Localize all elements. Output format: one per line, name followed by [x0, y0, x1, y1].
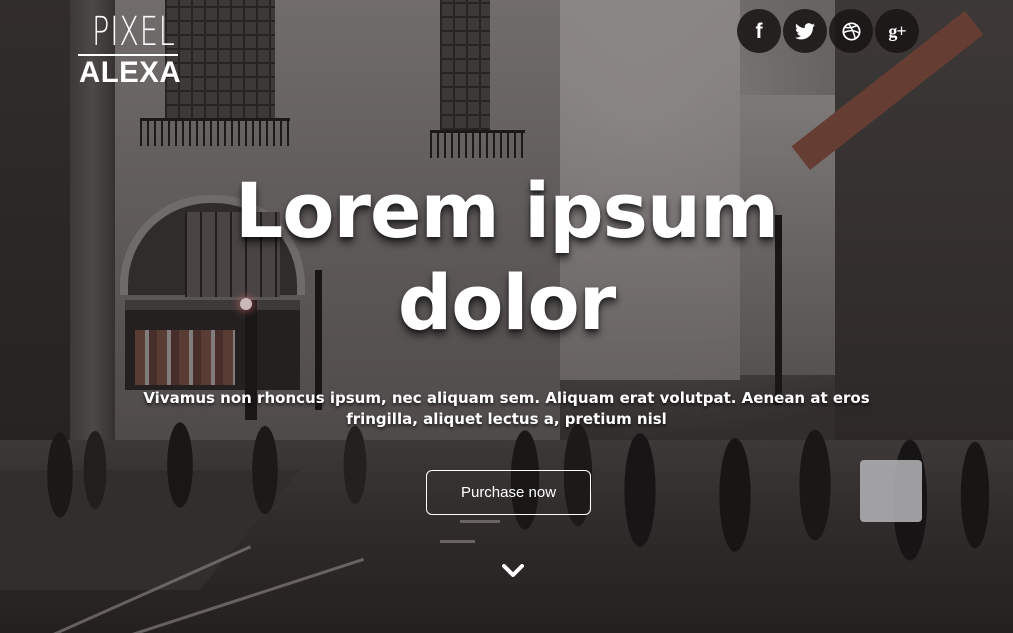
dribbble-icon [841, 21, 861, 41]
chevron-down-icon [502, 563, 524, 583]
scroll-down-button[interactable] [500, 562, 526, 584]
google-plus-icon: g+ [888, 20, 906, 41]
logo-text-top: PIXEL [92, 9, 176, 55]
twitter-icon [795, 22, 815, 40]
hero-headline-line2: dolor [397, 258, 616, 347]
social-links: f g+ [737, 9, 919, 53]
purchase-now-button[interactable]: Purchase now [426, 470, 591, 515]
twitter-button[interactable] [783, 9, 827, 53]
dribbble-button[interactable] [829, 9, 873, 53]
google-plus-button[interactable]: g+ [875, 9, 919, 53]
hero-headline: Lorem ipsum dolor [150, 165, 863, 349]
hero-subtext: Vivamus non rhoncus ipsum, nec aliquam s… [140, 388, 873, 430]
hero-headline-line1: Lorem ipsum [234, 166, 779, 255]
facebook-button[interactable]: f [737, 9, 781, 53]
facebook-icon: f [755, 19, 763, 43]
hero-subtext-line1: Vivamus non rhoncus ipsum, nec aliquam s… [143, 389, 870, 407]
site-logo[interactable]: PIXEL ALEXA [78, 9, 182, 89]
logo-text-bottom: ALEXA [79, 56, 182, 89]
hero-section: PIXEL ALEXA f g+ Lorem ipsum dolor Vivam… [0, 0, 1013, 633]
hero-subtext-line2: fringilla, aliquet lectus a, pretium nis… [346, 410, 667, 428]
